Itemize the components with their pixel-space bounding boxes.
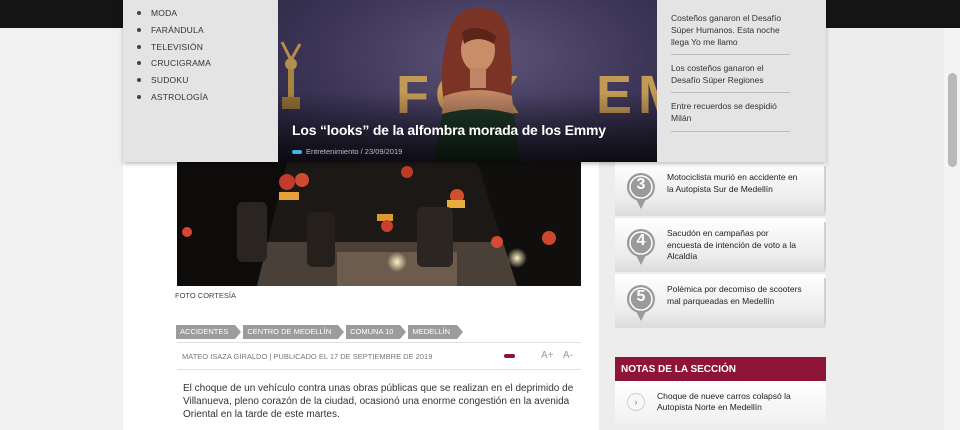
rank-number: 5 [636,288,646,305]
most-read-title: Motociclista murió en accidente en la Au… [667,172,798,194]
bullet-icon [137,44,141,49]
tag-centro-de-medellin[interactable]: CENTRO DE MEDELLÍN [243,325,344,339]
menu-item-label: ASTROLOGÍA [151,91,209,102]
traffic-night-image [177,162,581,286]
related-story-link[interactable]: Los costeños ganaron el Desafío Súper Re… [671,62,790,86]
menu-item-label: FARÁNDULA [151,25,204,36]
chevron-right-icon: › [627,393,645,411]
related-story-link[interactable]: Costeños ganaron el Desafío Súper Humano… [671,12,790,48]
category-pill-icon [292,149,302,154]
bullet-icon [137,78,141,83]
menu-item-astrologia[interactable]: ASTROLOGÍA [137,88,278,105]
mega-menu-dropdown: MODA FARÁNDULA TELEVISIÓN CRUCIGRAMA SUD… [123,0,826,162]
featured-story-title[interactable]: Los “looks” de la alfombra morada de los… [292,122,606,138]
menu-item-label: MODA [151,8,178,19]
scrollbar-thumb[interactable] [948,73,957,167]
article-photo [177,162,581,286]
most-read-item[interactable]: 3 Motociclista murió en accidente en la … [615,162,826,216]
most-read-item[interactable]: 4 Sacudón en campañas por encuesta de in… [615,218,826,272]
section-note-item[interactable]: › Choque de nueve carros colapsó la Auto… [615,381,826,425]
featured-story-meta: Entretenimiento / 23/09/2019 [292,147,402,156]
most-read-title: Polémica por decomiso de scooters mal pa… [667,284,802,306]
divider [671,131,790,132]
section-title: NOTAS DE LA SECCIÓN [621,364,737,375]
tag-accidentes[interactable]: ACCIDENTES [176,325,242,339]
most-read-item[interactable]: 5 Polémica por decomiso de scooters mal … [615,274,826,328]
menu-item-crucigrama[interactable]: CRUCIGRAMA [137,55,278,72]
menu-item-label: CRUCIGRAMA [151,58,212,69]
menu-item-sudoku[interactable]: SUDOKU [137,72,278,89]
article-lead-paragraph: El choque de un vehículo contra unas obr… [183,383,574,420]
bullet-icon [137,11,141,16]
section-note-title: Choque de nueve carros colapsó la Autopi… [657,391,791,412]
featured-story-category-date: Entretenimiento / 23/09/2019 [306,147,403,156]
related-stories-list: Costeños ganaron el Desafío Súper Humano… [657,0,826,162]
divider [671,92,790,93]
card-edge [824,278,826,324]
bullet-icon [137,61,141,66]
divider [671,54,790,55]
article-tags: ACCIDENTES CENTRO DE MEDELLÍN COMUNA 10 … [176,325,465,339]
menu-item-moda[interactable]: MODA [137,5,278,22]
font-decrease-button[interactable]: A- [563,350,573,361]
section-notes-header: NOTAS DE LA SECCIÓN [615,357,826,381]
featured-story[interactable]: FOX EM Los “looks” de la alfombra morada… [278,0,657,162]
menu-item-label: TELEVISIÓN [151,41,204,52]
card-edge [824,166,826,212]
card-edge [824,222,826,268]
menu-item-label: SUDOKU [151,75,189,86]
article-byline-bar: MATEO ISAZA GIRALDO | PUBLICADO EL 17 DE… [177,342,581,370]
menu-item-farandula[interactable]: FARÁNDULA [137,22,278,39]
font-increase-button[interactable]: A+ [541,350,554,361]
menu-item-television[interactable]: TELEVISIÓN [137,38,278,55]
photo-credit: FOTO CORTESÍA [175,291,236,300]
menu-category-list: MODA FARÁNDULA TELEVISIÓN CRUCIGRAMA SUD… [123,0,278,162]
byline-text: MATEO ISAZA GIRALDO | PUBLICADO EL 17 DE… [182,352,433,361]
most-read-title: Sacudón en campañas por encuesta de inte… [667,228,797,261]
related-story-link[interactable]: Entre recuerdos se despidió Milán [671,100,790,124]
rank-number: 4 [636,232,646,249]
tag-comuna-10[interactable]: COMUNA 10 [346,325,407,339]
rank-number: 3 [636,176,646,193]
bullet-icon [137,28,141,33]
scrollbar[interactable] [944,28,960,430]
tag-medellin[interactable]: MEDELLÍN [408,325,463,339]
share-indicator-icon[interactable] [504,354,515,358]
bullet-icon [137,94,141,99]
